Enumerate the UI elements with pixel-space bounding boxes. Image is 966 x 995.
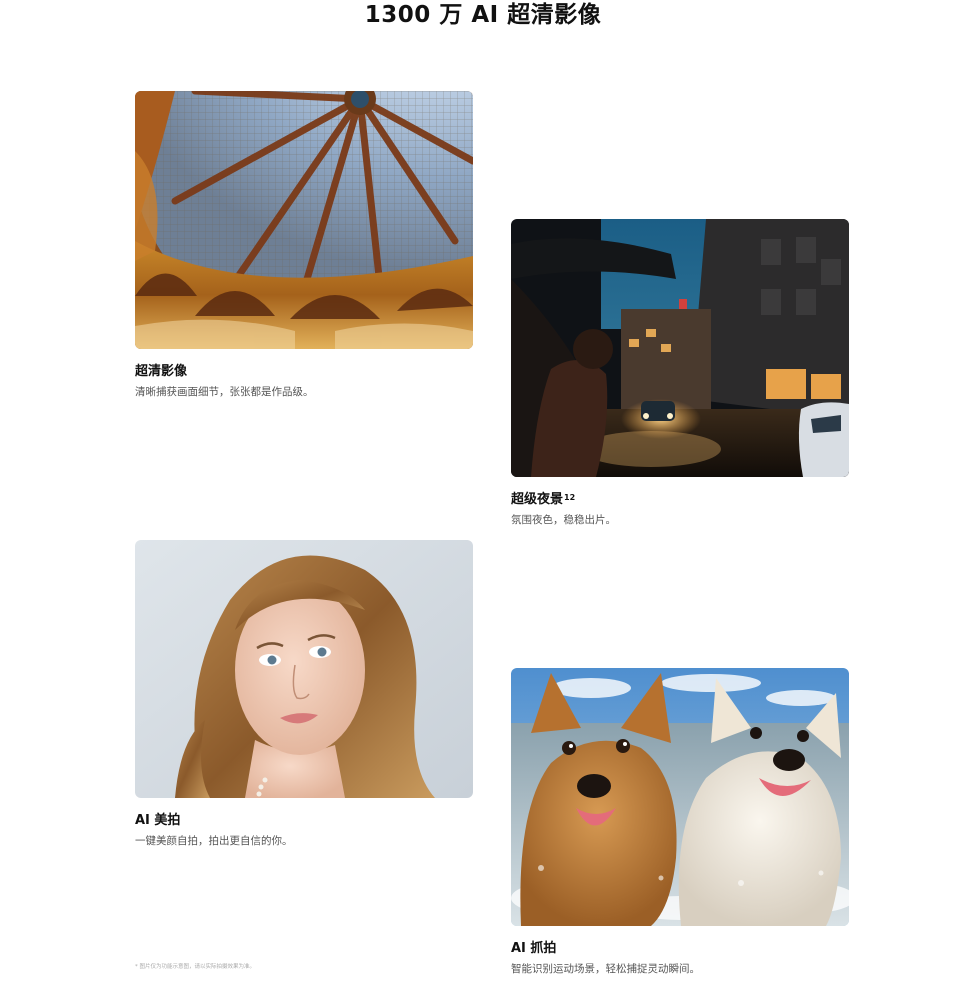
stained-glass-dome-photo bbox=[135, 91, 473, 349]
feature-description: 清晰捕获画面细节，张张都是作品级。 bbox=[135, 386, 314, 398]
feature-description: 智能识别运动场景，轻松捕捉灵动瞬间。 bbox=[511, 963, 700, 975]
feature-title: 超清影像 bbox=[135, 364, 188, 379]
feature-title: 超级夜景12 bbox=[511, 492, 576, 507]
feature-card-beauty: AI 美拍 一键美颜自拍，拍出更自信的你。 bbox=[135, 540, 473, 849]
disclaimer-footnote: * 图片仅为功能示意图，请以实际拍摄效果为准。 bbox=[135, 964, 255, 970]
portrait-photo bbox=[135, 540, 473, 798]
feature-card-night: 超级夜景12 氛围夜色，稳稳出片。 bbox=[511, 219, 849, 528]
night-street-photo bbox=[511, 219, 849, 477]
feature-card-snap: AI 抓拍 智能识别运动场景，轻松捕捉灵动瞬间。 bbox=[511, 668, 849, 977]
feature-description: 氛围夜色，稳稳出片。 bbox=[511, 514, 616, 526]
feature-description: 一键美颜自拍，拍出更自信的你。 bbox=[135, 835, 293, 847]
feature-card-hd: 超清影像 清晰捕获画面细节，张张都是作品级。 bbox=[135, 91, 473, 400]
feature-title: AI 抓拍 bbox=[511, 941, 557, 956]
page-title: 1300 万 AI 超清影像 bbox=[364, 2, 602, 28]
feature-title: AI 美拍 bbox=[135, 813, 181, 828]
footnote-marker: 12 bbox=[564, 493, 576, 502]
running-dogs-photo bbox=[511, 668, 849, 926]
